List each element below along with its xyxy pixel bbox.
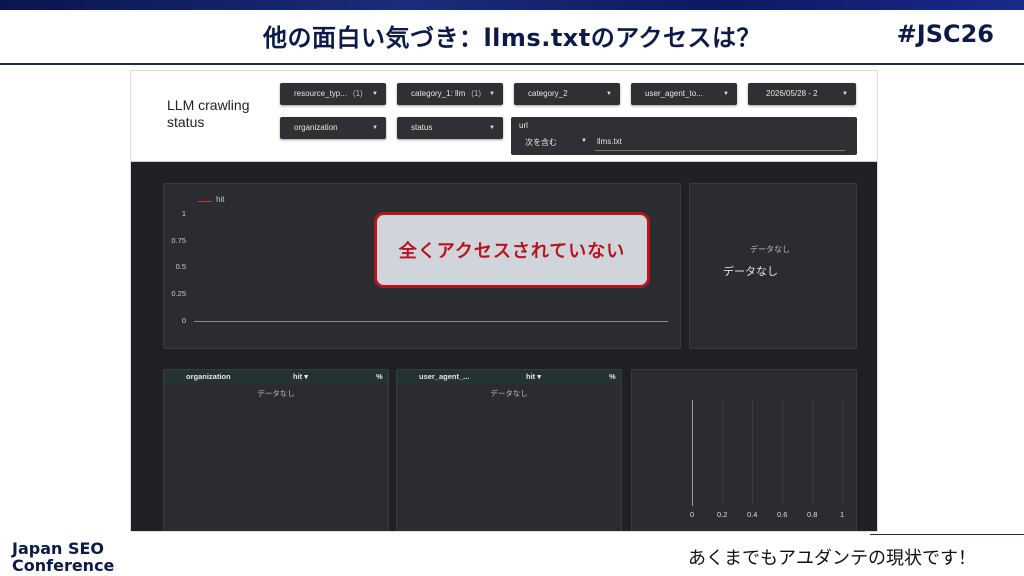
report-title: LLM crawling status — [167, 97, 250, 130]
filter-category-2[interactable]: category_2 ▼ — [514, 83, 620, 105]
hashtag: #JSC26 — [896, 20, 994, 48]
pie-chart-panel: データなし データなし — [689, 183, 857, 349]
filter-count: (1) — [471, 89, 482, 98]
caret-down-icon: ▼ — [489, 125, 495, 131]
caret-down-icon: ▼ — [606, 91, 612, 97]
jsc-logo: Japan SEO Conference — [12, 540, 114, 574]
top-banner — [0, 0, 1024, 10]
x-tick: 0.8 — [807, 510, 818, 519]
x-tick: 0 — [690, 510, 695, 519]
filter-label: 2026/05/28 - 2 — [766, 89, 818, 98]
grid-line — [722, 400, 723, 506]
bar-chart-panel: 0 0.2 0.4 0.6 0.8 1 — [631, 369, 857, 531]
caret-down-icon: ▼ — [842, 91, 848, 97]
no-data-label: データなし — [490, 389, 528, 398]
table-header: organization hit ▾ % — [164, 370, 388, 384]
column-header-hit[interactable]: hit ▾ — [293, 372, 308, 381]
logo-line2: Conference — [12, 556, 115, 575]
url-filter[interactable]: url 次を含む ▼ llms.txt — [511, 117, 857, 155]
x-tick: 0.2 — [717, 510, 728, 519]
logo-line1: Japan SEO — [12, 539, 105, 558]
slide-caption: あくまでもアユダンテの現状です！ — [688, 548, 976, 569]
filter-count: (1) — [352, 89, 363, 98]
callout-no-access: 全くアクセスされていない — [374, 212, 650, 288]
input-underline — [595, 150, 845, 151]
filter-organization[interactable]: organization ▼ — [280, 117, 386, 139]
column-header-user-agent[interactable]: user_agent_... — [419, 372, 469, 381]
y-tick: 0.5 — [175, 262, 186, 271]
table-header: user_agent_... hit ▾ % — [397, 370, 621, 384]
x-tick: 0.4 — [747, 510, 758, 519]
title-rule — [0, 63, 1024, 65]
filter-resource-type[interactable]: resource_typ... (1) ▼ — [280, 83, 386, 105]
report-screenshot: LLM crawling status resource_typ... (1) ▼… — [130, 70, 878, 532]
user-agent-table: user_agent_... hit ▾ % データなし — [396, 369, 622, 531]
y-tick: 1 — [181, 209, 186, 218]
grid-line — [812, 400, 813, 506]
filter-user-agent[interactable]: user_agent_to... ▼ — [631, 83, 737, 105]
grid-line — [782, 400, 783, 506]
slide-title: 他の面白い気づき：llms.txtのアクセスは？ — [262, 24, 762, 52]
y-tick: 0.75 — [171, 236, 186, 245]
no-data-label: データなし — [257, 389, 295, 398]
column-header-organization[interactable]: organization — [186, 372, 231, 381]
filter-category-1[interactable]: category_1: llm (1) ▼ — [397, 83, 503, 105]
x-tick: 1 — [840, 510, 845, 519]
column-header-percent[interactable]: % — [376, 372, 383, 381]
chart-baseline — [194, 321, 668, 322]
url-operator-select[interactable]: 次を含む — [525, 137, 557, 148]
column-header-hit[interactable]: hit ▾ — [526, 372, 541, 381]
url-filter-label: url — [519, 121, 528, 130]
organization-table: organization hit ▾ % データなし — [163, 369, 389, 531]
caret-down-icon: ▼ — [372, 91, 378, 97]
caret-down-icon: ▼ — [581, 138, 587, 144]
bar-chart-axis — [692, 400, 693, 506]
filter-label: category_2 — [528, 89, 568, 98]
no-data-message: データなし — [723, 266, 778, 278]
caret-down-icon: ▼ — [489, 91, 495, 97]
filter-label: organization — [294, 123, 338, 132]
no-data-label: データなし — [750, 245, 790, 254]
filter-label: resource_typ... — [294, 89, 347, 98]
filter-label: category_1: llm — [411, 89, 466, 98]
caret-down-icon: ▼ — [372, 125, 378, 131]
caret-down-icon: ▼ — [723, 91, 729, 97]
date-range-picker[interactable]: 2026/05/28 - 2 ▼ — [748, 83, 856, 105]
filter-label: user_agent_to... — [645, 89, 703, 98]
url-filter-input[interactable]: llms.txt — [597, 137, 622, 146]
y-tick: 0.25 — [171, 289, 186, 298]
report-header: LLM crawling status resource_typ... (1) ▼… — [131, 71, 877, 162]
legend-label: hit — [216, 195, 225, 204]
bottom-rule — [870, 534, 1024, 535]
legend-swatch — [198, 201, 212, 202]
filter-status[interactable]: status ▼ — [397, 117, 503, 139]
x-tick: 0.6 — [777, 510, 788, 519]
grid-line — [842, 400, 843, 506]
grid-line — [752, 400, 753, 506]
filter-label: status — [411, 123, 433, 132]
y-tick: 0 — [181, 316, 186, 325]
column-header-percent[interactable]: % — [609, 372, 616, 381]
